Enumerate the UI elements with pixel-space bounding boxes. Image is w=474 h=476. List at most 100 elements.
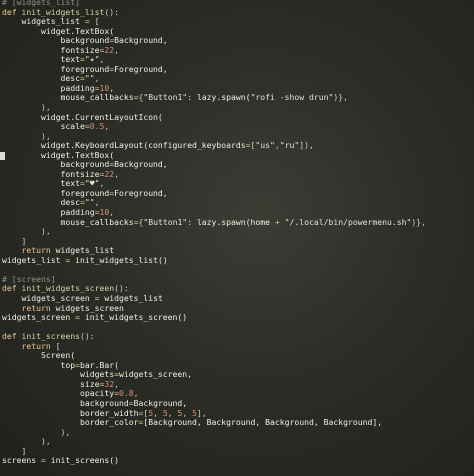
code-token: = [40,455,51,466]
code-comment: # [screens] [2,273,56,284]
code-token: , [94,73,100,84]
code-token: background [2,397,129,408]
code-token: def [2,283,22,294]
code-token: , [114,168,119,179]
code-token: (): [79,331,95,342]
code-token: + [274,216,285,227]
code-line[interactable]: ), [2,226,426,237]
code-token: ), [2,436,51,447]
code-token: widgets_list [2,254,66,265]
code-token: widgets_screen [2,312,76,323]
code-token: def [2,331,22,342]
code-token: init_screens [21,331,80,342]
code-token: init_screens() [50,455,119,466]
code-area[interactable]: # [widgets_list] def init_widgets_list():… [0,0,426,466]
code-token: = [75,312,85,323]
code-token: init_widgets_screen() [84,312,188,323]
code-token: , [114,44,119,55]
code-token: "ru" [279,140,300,151]
code-token: 32 [104,378,115,389]
code-token: , [167,407,178,418]
code-token: [ [55,340,61,351]
code-token: [Background, Background, Background, Bac… [143,417,383,428]
code-token: size [2,378,100,389]
code-token: ] [2,445,27,456]
code-token: , [109,82,115,93]
code-line[interactable]: ), [2,426,426,438]
code-token: widgets_list [104,292,163,303]
code-token: , [114,378,119,389]
code-token: def [2,6,22,17]
code-token: mouse_callbacks [2,216,134,227]
code-token: foreground [2,63,110,74]
code-token: = [84,16,95,27]
code-token: "Button1" [143,216,188,227]
code-token: text [2,54,80,65]
code-token: .spawn( [216,92,251,103]
code-token: opacity [2,388,115,399]
code-token: [ [94,16,100,27]
code-token: widgets_list [55,245,115,256]
code-token: widget.TextBox( [2,149,115,160]
code-token: padding [2,207,95,218]
code-token: ), [2,226,51,237]
code-token: Foreground, [114,63,168,74]
code-token: fontsize [2,168,100,179]
code-token: ), [2,426,71,437]
code-token: , [99,54,105,65]
code-editor[interactable]: # [widgets_list] def init_widgets_list():… [0,0,474,476]
code-line[interactable]: mouse_callbacks={"Button1": lazy.spawn(h… [2,216,426,228]
code-token: background [2,159,110,170]
code-token: mouse_callbacks [2,92,134,103]
code-token: ), [2,130,51,141]
code-token: "✦" [84,54,100,65]
code-token: desc [2,73,80,84]
code-token: widget.CurrentLayoutIcon( [2,111,163,122]
code-token: .spawn(home [216,216,275,227]
code-token: widgets_screen [55,302,124,313]
code-token: screens [2,455,41,466]
code-token: widget.TextBox( [2,25,115,36]
code-token: Background, [114,35,168,46]
code-line[interactable]: widgets_list = init_widgets_list() [2,254,426,266]
code-token: , [109,207,115,218]
code-token: init_widgets_screen [21,283,115,294]
code-token: ], [196,407,207,418]
code-line[interactable]: scale=0.5, [2,121,426,132]
code-token: 22 [104,168,115,179]
code-token: lazy [196,216,217,227]
code-line[interactable] [2,265,426,275]
code-token: desc [2,197,80,208]
code-token: return [2,302,56,313]
code-token: init_widgets_list [21,6,105,17]
code-token: , [133,388,139,399]
code-token: ] [2,235,27,246]
code-token: )}, [333,92,349,103]
code-token: widgets_screen, [118,369,193,380]
code-line[interactable]: def init_screens(): [2,331,426,342]
code-token: Screen( [2,350,76,361]
code-token: (): [114,283,129,294]
code-line[interactable]: ), [2,436,426,447]
code-token: , [94,197,100,208]
code-token: fontsize [2,44,100,55]
code-token: = [94,292,105,303]
code-token: 22 [104,44,115,55]
code-line[interactable]: mouse_callbacks={"Button1": lazy.spawn("… [2,93,426,103]
code-token: widget.KeyboardLayout(configured_keyboar… [2,140,246,151]
code-token: ]), [299,140,314,151]
code-token: "" [84,197,95,208]
code-token: border_color [2,417,139,428]
code-token: scale [2,121,85,132]
code-token: foreground [2,187,110,198]
code-line[interactable]: widgets_screen = init_widgets_screen() [2,312,426,323]
code-token: , [99,178,105,189]
code-token: background [2,35,110,46]
code-token: 10 [99,207,110,218]
code-line[interactable]: screens = init_screens() [2,455,426,466]
code-token: return [2,340,56,351]
code-token: padding [2,82,95,93]
code-token: "Button1" [143,92,188,103]
code-token: Background, [114,159,168,170]
code-token: widgets [2,369,115,380]
